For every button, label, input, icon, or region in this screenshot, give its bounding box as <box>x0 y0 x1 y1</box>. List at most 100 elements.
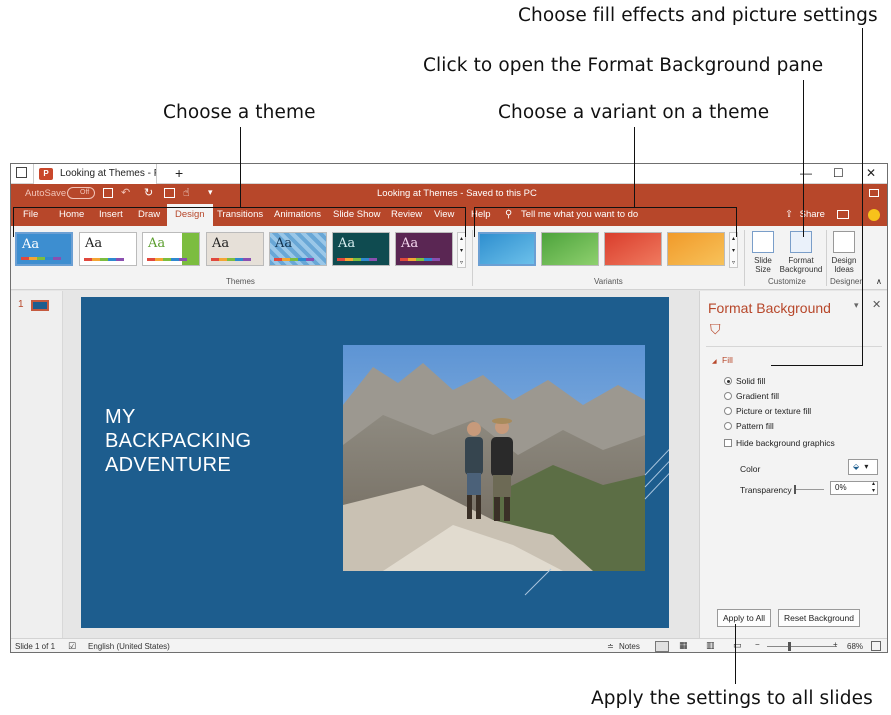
search-icon: ⚲ <box>505 209 513 220</box>
radio-button[interactable] <box>724 392 732 400</box>
callout-apply-all: Apply the settings to all slides <box>591 688 873 709</box>
transparency-field[interactable]: 0% ▴ ▾ <box>830 481 878 495</box>
callout-line <box>803 80 804 237</box>
slide-canvas[interactable]: MY BACKPACKING ADVENTURE <box>81 297 669 628</box>
maximize-button[interactable]: ☐ <box>833 166 844 180</box>
close-button[interactable]: ✕ <box>866 166 876 180</box>
fill-bucket-icon[interactable]: ⛉ <box>710 321 721 338</box>
variants-group-label: Variants <box>594 277 623 286</box>
variant-thumb-3[interactable] <box>604 232 662 266</box>
option-label: Pattern fill <box>736 421 774 431</box>
language-label[interactable]: English (United States) <box>88 642 170 651</box>
minimize-button[interactable]: — <box>800 166 812 180</box>
callout-line <box>474 207 475 237</box>
callout-line <box>13 207 465 208</box>
pane-divider <box>706 346 882 347</box>
slide-photo[interactable] <box>343 345 645 571</box>
reading-view-icon[interactable]: ▥ <box>706 640 715 651</box>
radio-button[interactable] <box>724 407 732 415</box>
variant-thumb-4[interactable] <box>667 232 725 266</box>
pattern-fill-option[interactable]: Pattern fill <box>724 421 774 431</box>
save-icon[interactable] <box>103 188 113 198</box>
present-icon[interactable] <box>164 188 175 198</box>
picture-fill-option[interactable]: Picture or texture fill <box>724 406 811 416</box>
window-menu-icon[interactable] <box>16 167 27 178</box>
slide-thumbnail[interactable] <box>31 300 49 311</box>
notes-button[interactable]: ≐ Notes <box>607 642 640 651</box>
customize-qat-icon[interactable]: ▾ <box>208 187 213 198</box>
radio-button[interactable] <box>724 377 732 385</box>
autosave-toggle[interactable]: Off <box>67 187 95 199</box>
slide-title[interactable]: MY BACKPACKING ADVENTURE <box>105 405 325 477</box>
option-label: Hide background graphics <box>736 438 835 448</box>
spelling-icon[interactable]: ☑ <box>68 641 76 652</box>
zoom-thumb[interactable] <box>788 642 791 651</box>
paint-bucket-icon: ⬙ <box>853 462 860 471</box>
touch-mode-icon[interactable]: ☝ <box>183 186 190 199</box>
ribbon-display-icon[interactable] <box>869 189 879 197</box>
fill-section-header[interactable]: ◢ Fill <box>712 355 733 365</box>
format-background-label: Format Background <box>779 256 823 274</box>
pane-close-icon[interactable]: ✕ <box>872 298 881 311</box>
format-background-button[interactable]: Format Background <box>778 231 824 274</box>
gradient-fill-option[interactable]: Gradient fill <box>724 391 779 401</box>
fit-slide-icon[interactable] <box>871 641 881 651</box>
powerpoint-icon: P <box>39 168 53 180</box>
status-bar: Slide 1 of 1 ☑ English (United States) ≐… <box>11 638 887 652</box>
share-button[interactable]: ⇪ Share <box>785 204 825 226</box>
callout-line <box>474 207 737 208</box>
theme-thumb-4[interactable]: Aa <box>206 232 264 266</box>
solid-fill-option[interactable]: Solid fill <box>724 376 765 386</box>
smiley-icon[interactable] <box>868 209 880 221</box>
transparency-slider[interactable] <box>794 489 824 490</box>
slide-thumbnail-panel: 1 <box>11 291 63 638</box>
theme-thumb-1[interactable]: Aa <box>15 232 73 266</box>
theme-sample-text: Aa <box>148 236 166 251</box>
theme-thumb-5[interactable]: Aa <box>269 232 327 266</box>
design-ideas-button[interactable]: Design Ideas <box>829 231 859 274</box>
theme-thumb-7[interactable]: Aa <box>395 232 453 266</box>
reset-background-button[interactable]: Reset Background <box>778 609 860 627</box>
format-background-pane: Format Background ▾ ✕ ⛉ ◢ Fill Solid fil… <box>699 291 887 638</box>
themes-scroll[interactable]: ▴ ▾ ▿ <box>457 232 466 268</box>
theme-thumb-2[interactable]: Aa <box>79 232 137 266</box>
theme-thumb-3[interactable]: Aa <box>142 232 200 266</box>
theme-thumb-6[interactable]: Aa <box>332 232 390 266</box>
ribbon-design: Aa Aa Aa Aa Aa Aa Aa ▴ ▾ ▿ Themes ▴ ▾ ▿ Vari… <box>11 226 887 290</box>
redo-icon[interactable]: ↻ <box>144 186 153 199</box>
color-picker-button[interactable]: ⬙ ▾ <box>848 459 878 475</box>
hide-graphics-option[interactable]: Hide background graphics <box>724 438 835 448</box>
document-tab[interactable]: P Looking at Themes - Pc ✕ <box>33 164 157 184</box>
comments-icon[interactable] <box>837 210 849 219</box>
collapse-ribbon-icon[interactable]: ∧ <box>876 277 882 286</box>
theme-sample-text: Aa <box>275 236 293 251</box>
zoom-level[interactable]: 68% <box>847 642 863 651</box>
checkbox[interactable] <box>724 439 732 447</box>
design-ideas-label: Design Ideas <box>831 256 857 274</box>
title-bar: AutoSave Off ↶ ↻ ☝ ▾ Looking at Themes -… <box>11 184 887 204</box>
slide-number: 1 <box>18 299 24 310</box>
apply-to-all-button[interactable]: Apply to All <box>717 609 772 627</box>
slide-size-button[interactable]: Slide Size <box>749 231 777 274</box>
pane-options-icon[interactable]: ▾ <box>854 300 859 311</box>
variant-thumb-1[interactable] <box>478 232 536 266</box>
callout-fill-effects: Choose fill effects and picture settings <box>518 5 878 26</box>
normal-view-icon[interactable] <box>655 641 669 652</box>
new-tab-icon[interactable]: + <box>175 165 183 181</box>
zoom-slider[interactable] <box>767 646 837 647</box>
slide-sorter-icon[interactable]: ▦ <box>679 640 688 651</box>
fill-section-label: Fill <box>722 355 733 365</box>
undo-icon[interactable]: ↶ <box>121 186 130 199</box>
dropdown-arrow-icon: ▾ <box>864 462 869 471</box>
zoom-out-icon[interactable]: − <box>755 640 760 649</box>
variant-thumb-2[interactable] <box>541 232 599 266</box>
radio-button[interactable] <box>724 422 732 430</box>
spin-arrows-icon[interactable]: ▴ ▾ <box>872 481 875 495</box>
variants-scroll[interactable]: ▴ ▾ ▿ <box>729 232 738 268</box>
callout-line <box>736 207 737 237</box>
zoom-in-icon[interactable]: + <box>833 640 838 649</box>
theme-sample-text: Aa <box>85 236 103 251</box>
slider-thumb[interactable] <box>794 485 796 494</box>
callout-line <box>771 365 863 366</box>
callout-theme: Choose a theme <box>163 102 316 123</box>
